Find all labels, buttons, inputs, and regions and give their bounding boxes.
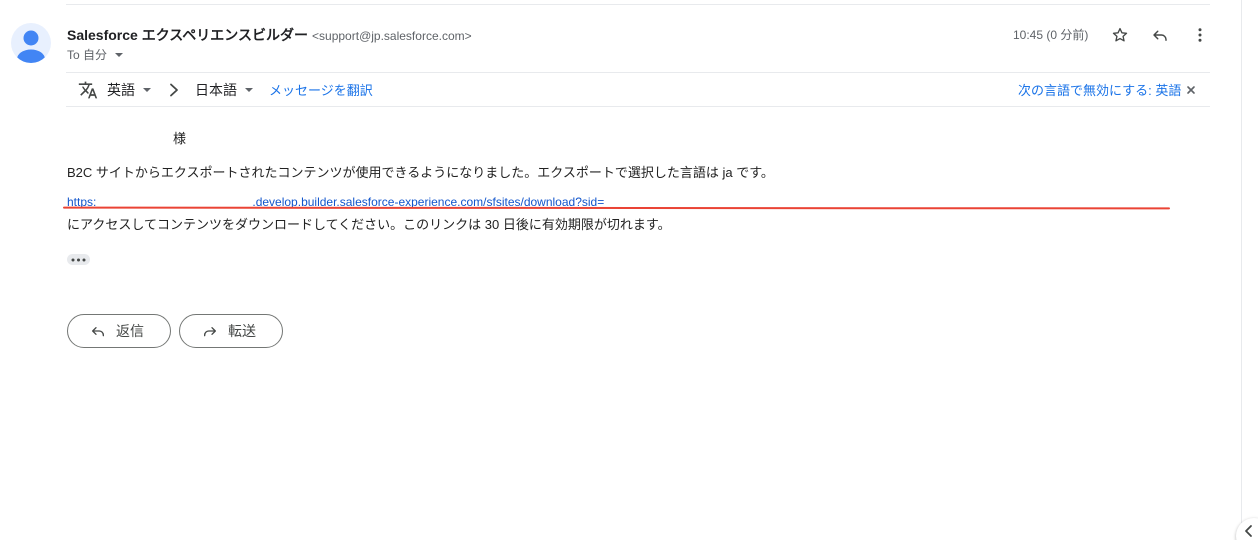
source-language-dropdown[interactable]: 英語: [107, 73, 151, 106]
more-vert-icon: [1198, 28, 1202, 42]
reply-icon: [92, 327, 104, 337]
reply-pill-button[interactable]: 返信: [67, 314, 171, 348]
chevron-down-icon: [245, 87, 253, 92]
side-panel-toggle-button[interactable]: [1236, 518, 1258, 540]
translate-message-link[interactable]: メッセージを翻訳: [269, 73, 373, 106]
sender-avatar[interactable]: [11, 23, 51, 63]
recipient-dropdown[interactable]: To 自分: [67, 46, 124, 63]
source-language: 英語: [107, 81, 135, 98]
more-horiz-icon: [71, 258, 86, 261]
target-language: 日本語: [195, 81, 237, 98]
show-trimmed-content-button[interactable]: [67, 254, 90, 265]
chevron-left-icon: [1245, 525, 1252, 537]
message-line-2: にアクセスしてコンテンツをダウンロードしてください。このリンクは 30 日後に有…: [67, 217, 671, 232]
redacted-region: [96, 194, 253, 206]
translate-bar: 英語 日本語 メッセージを翻訳 次の言語で無効にする: 英語: [66, 72, 1210, 107]
timestamp: 10:45 (0 分前): [1013, 28, 1089, 42]
side-panel-border: [1241, 0, 1242, 540]
chevron-down-icon: [115, 52, 124, 57]
person-icon: [17, 30, 45, 63]
disable-translation-control: 次の言語で無効にする: 英語: [1018, 73, 1196, 106]
chevron-right-icon: [168, 73, 180, 106]
more-options-button[interactable]: [1189, 24, 1211, 46]
forward-icon: [204, 327, 216, 337]
recipient-label: To 自分: [67, 48, 108, 62]
sender-line: Salesforce エクスペリエンスビルダー <support@jp.sales…: [67, 25, 472, 45]
star-icon: [1112, 27, 1128, 42]
translate-icon: [78, 73, 98, 106]
forward-pill-button[interactable]: 転送: [179, 314, 283, 348]
reply-label: 返信: [116, 323, 144, 339]
top-divider: [66, 4, 1210, 5]
reply-icon: [1153, 30, 1167, 41]
forward-label: 転送: [228, 323, 256, 339]
greeting: 様: [173, 131, 187, 146]
sender-email: <support@jp.salesforce.com>: [312, 29, 472, 43]
star-button[interactable]: [1109, 24, 1131, 46]
chevron-down-icon: [143, 87, 151, 92]
message-line-1: B2C サイトからエクスポートされたコンテンツが使用できるようになりました。エク…: [67, 165, 774, 180]
disable-translation-link[interactable]: 次の言語で無効にする: 英語: [1018, 80, 1181, 99]
sender-name[interactable]: Salesforce エクスペリエンスビルダー: [67, 27, 308, 43]
reply-button[interactable]: [1149, 24, 1171, 46]
target-language-dropdown[interactable]: 日本語: [195, 73, 253, 106]
close-icon[interactable]: [1186, 85, 1196, 95]
